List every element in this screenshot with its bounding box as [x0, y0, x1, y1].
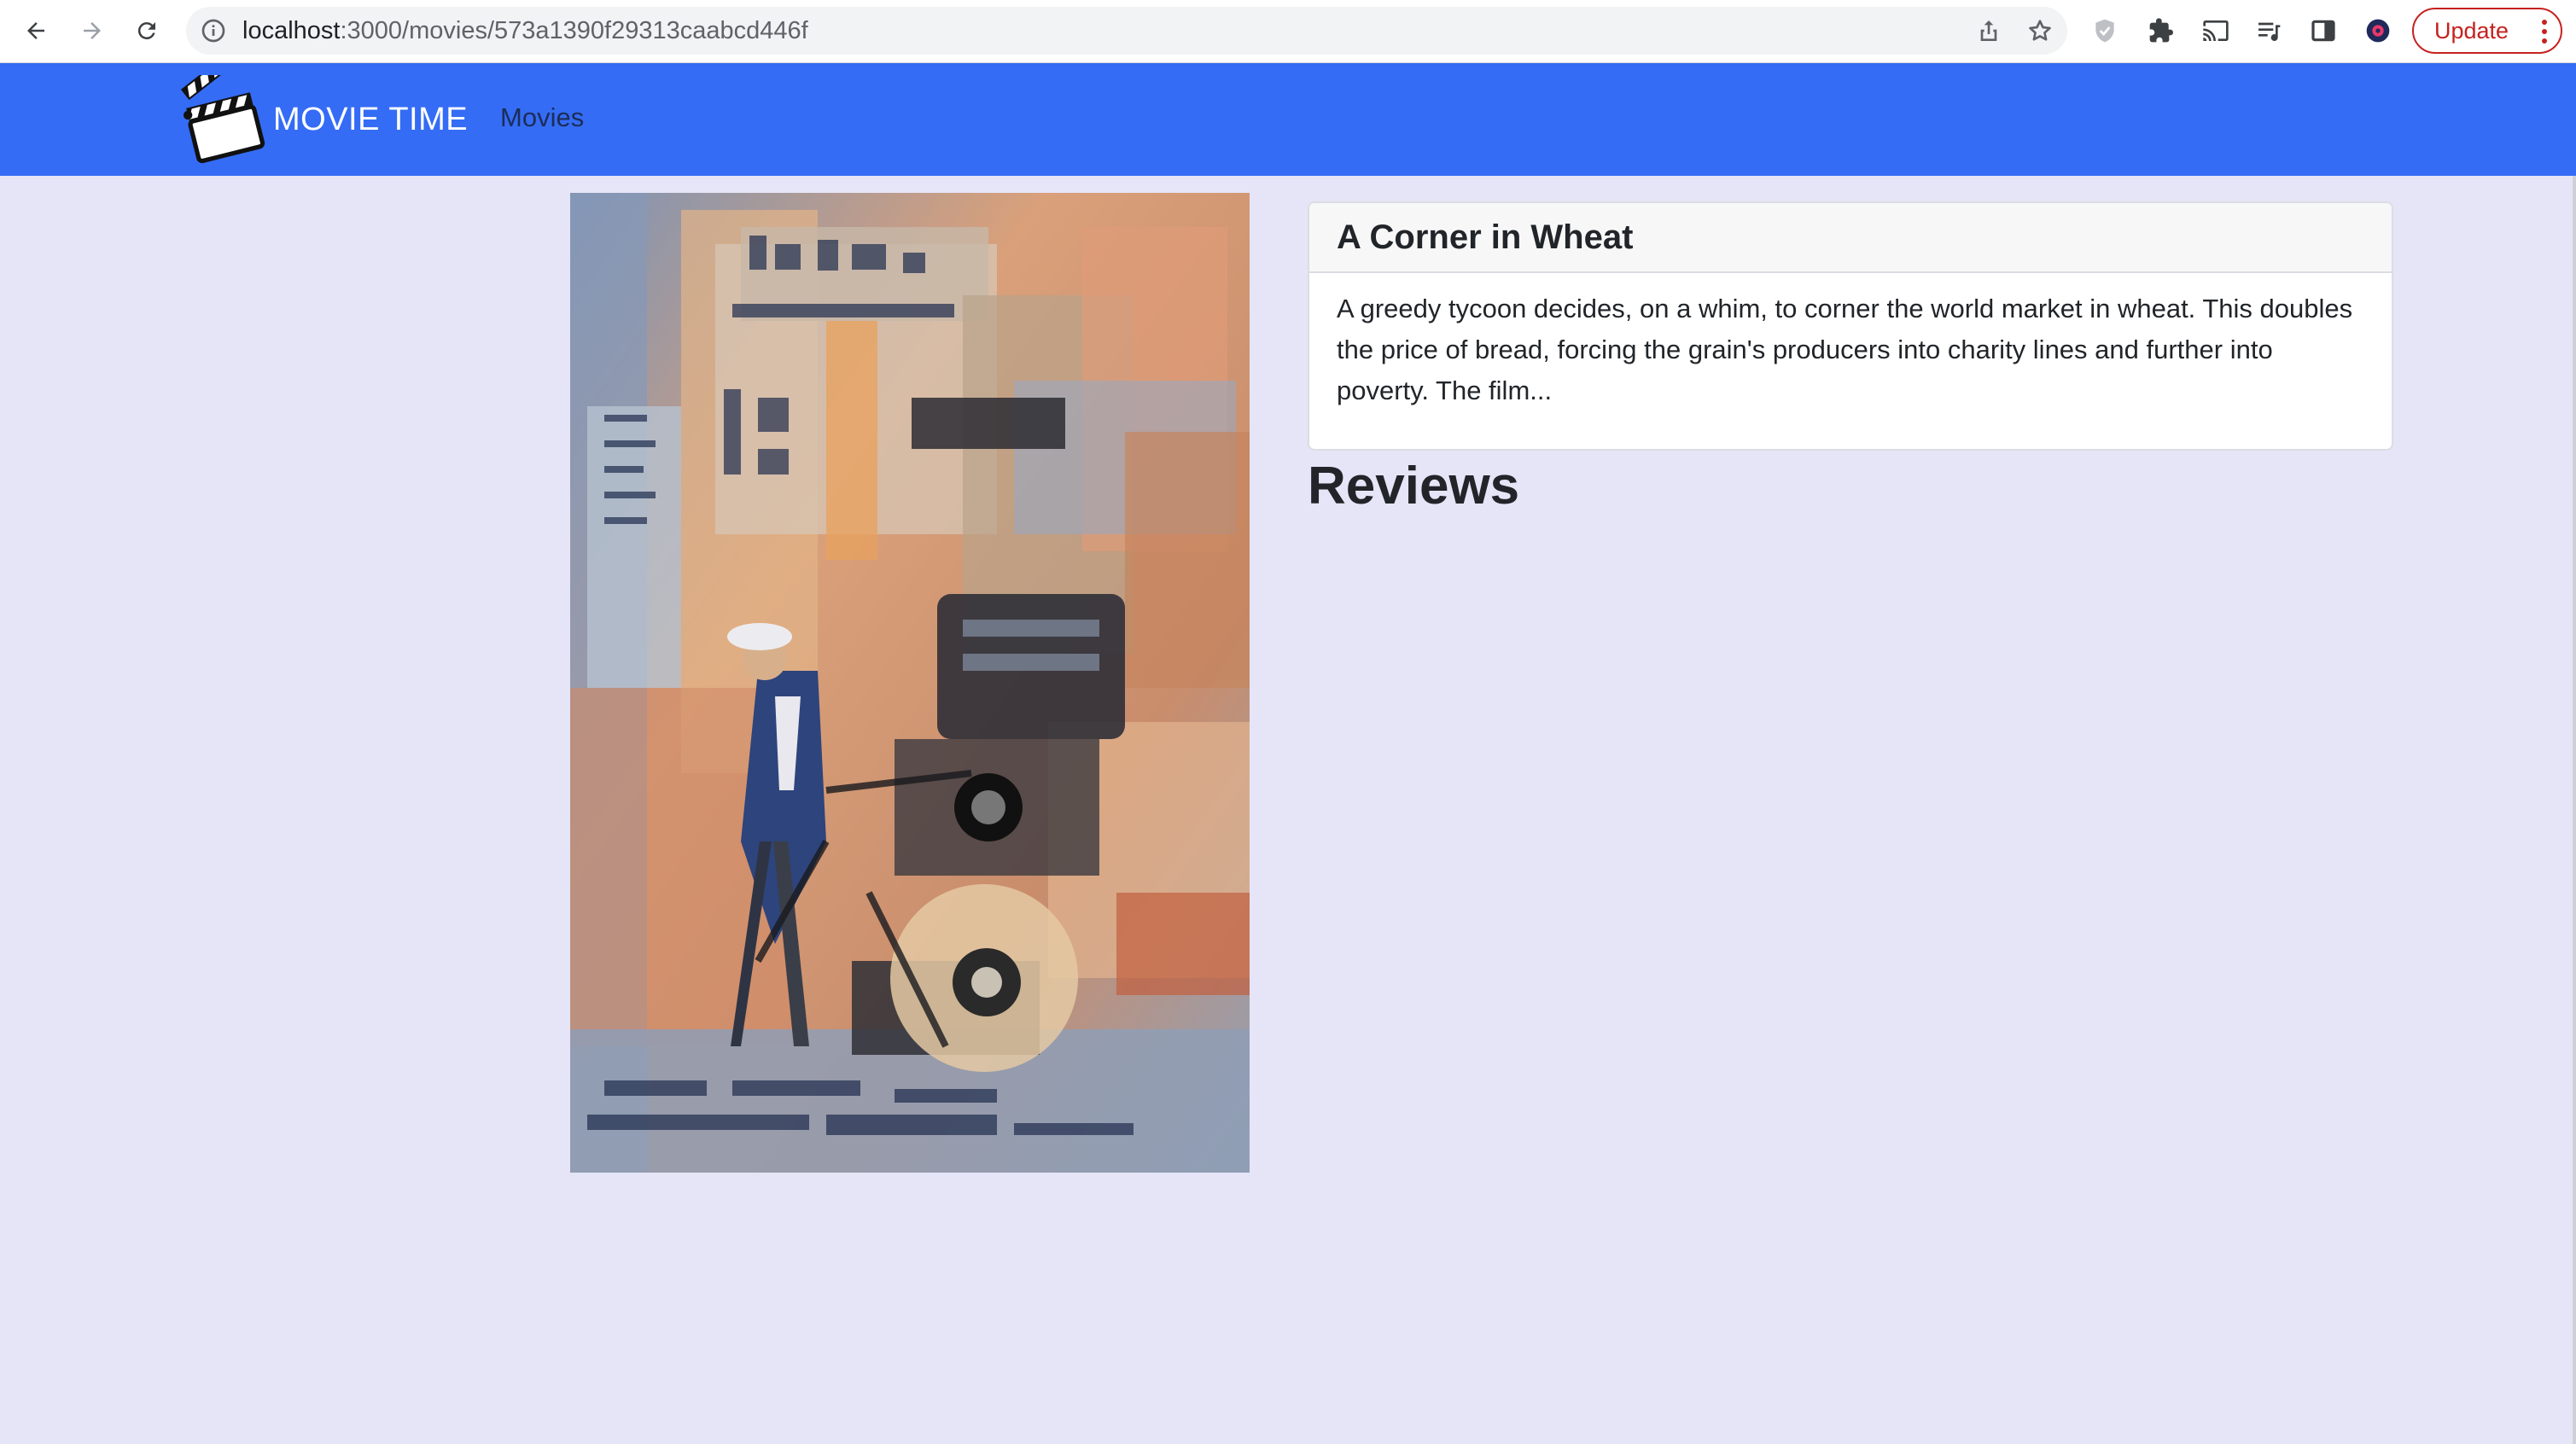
brand-name: MOVIE TIME [273, 101, 469, 137]
nav-link-movies[interactable]: Movies [500, 102, 584, 133]
site-navbar: MOVIE TIME Movies [0, 63, 2576, 176]
cast-icon[interactable] [2200, 15, 2231, 46]
clapperboard-icon [180, 75, 265, 164]
movie-title: A Corner in Wheat [1337, 218, 1634, 256]
reading-list-icon[interactable] [2253, 15, 2284, 46]
update-button[interactable]: Update [2412, 8, 2562, 54]
site-info-icon[interactable] [200, 17, 227, 44]
update-label: Update [2434, 17, 2509, 44]
back-icon[interactable] [17, 12, 55, 49]
browser-toolbar: localhost:3000/movies/573a1390f29313caab… [0, 0, 2576, 63]
more-vert-icon[interactable] [2542, 20, 2547, 44]
url-text[interactable]: localhost:3000/movies/573a1390f29313caab… [242, 16, 808, 45]
reviews-heading: Reviews [1308, 457, 1520, 515]
reload-icon[interactable] [128, 12, 166, 49]
bookmark-star-icon[interactable] [2026, 17, 2054, 44]
profile-avatar-icon[interactable] [2363, 15, 2393, 46]
shield-extension-icon[interactable] [2089, 15, 2120, 46]
card-body: A greedy tycoon decides, on a whim, to c… [1309, 273, 2392, 411]
movie-plot: A greedy tycoon decides, on a whim, to c… [1337, 294, 2353, 405]
movie-info-card: A Corner in Wheat A greedy tycoon decide… [1308, 201, 2393, 451]
address-bar[interactable]: localhost:3000/movies/573a1390f29313caab… [186, 7, 2067, 55]
card-header: A Corner in Wheat [1309, 203, 2392, 273]
movie-poster-image [570, 193, 1250, 1173]
forward-icon[interactable] [73, 12, 111, 49]
side-panel-icon[interactable] [2308, 15, 2339, 46]
brand-link[interactable]: MOVIE TIME [178, 75, 468, 164]
share-icon[interactable] [1975, 17, 2002, 44]
puzzle-extensions-icon[interactable] [2146, 15, 2177, 46]
scrollbar-track[interactable] [2573, 176, 2576, 1444]
